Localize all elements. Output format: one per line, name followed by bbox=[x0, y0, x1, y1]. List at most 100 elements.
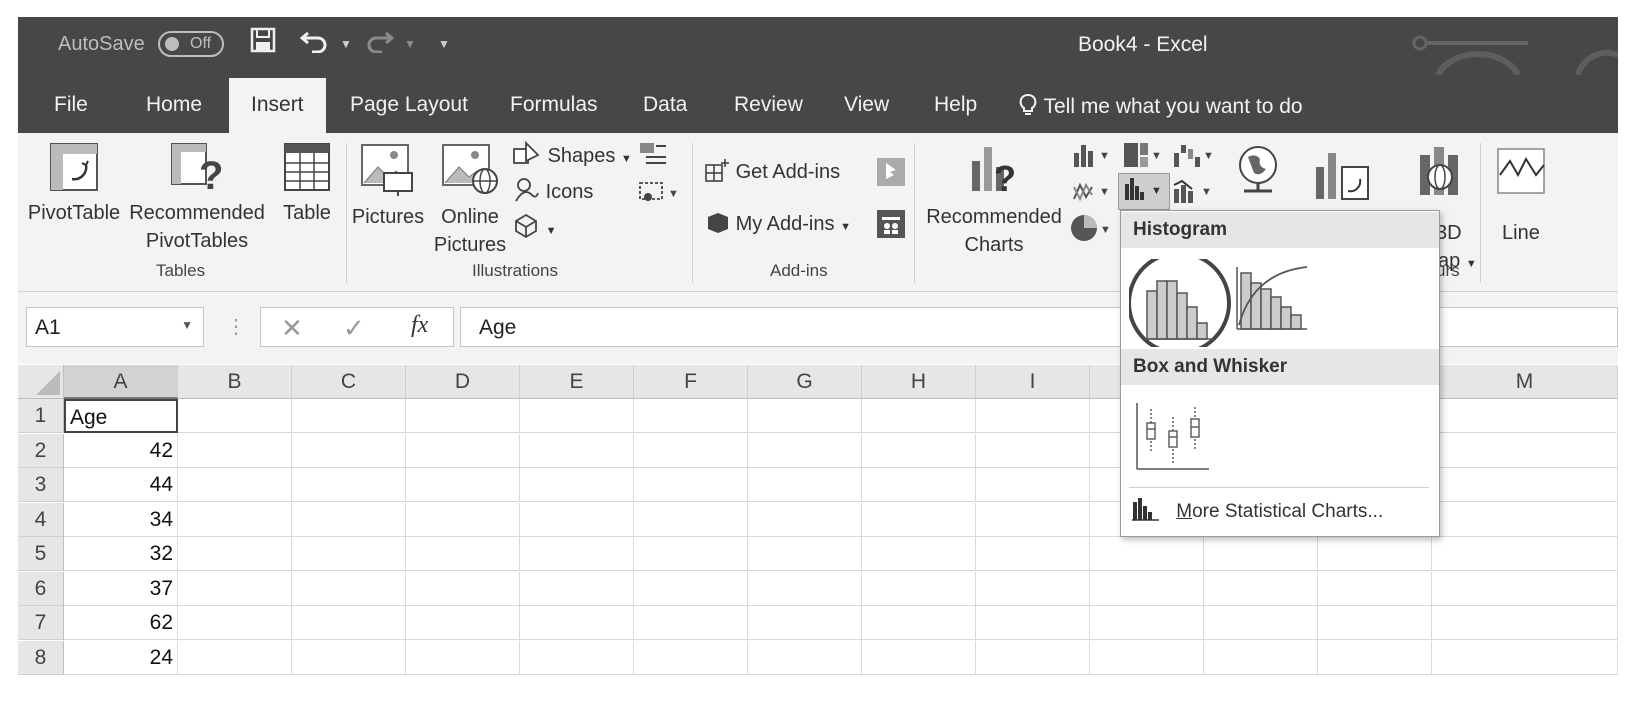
cell[interactable] bbox=[862, 468, 976, 502]
cell[interactable]: 62 bbox=[64, 606, 178, 640]
cell[interactable] bbox=[976, 502, 1090, 537]
get-addins-button[interactable]: Get Add-ins bbox=[704, 157, 840, 184]
name-box-dropdown-icon[interactable]: ▼ bbox=[181, 318, 193, 332]
cell[interactable] bbox=[292, 468, 406, 502]
cell[interactable] bbox=[976, 537, 1090, 571]
row-header[interactable]: 4 bbox=[18, 502, 64, 537]
combo-chart-icon[interactable]: ▼ bbox=[1172, 177, 1214, 210]
column-header[interactable]: E bbox=[520, 365, 634, 399]
cell[interactable]: 37 bbox=[64, 571, 178, 606]
cell[interactable] bbox=[862, 537, 976, 571]
cell[interactable] bbox=[862, 571, 976, 606]
cell[interactable] bbox=[292, 640, 406, 675]
redo-dropdown-icon[interactable]: ▼ bbox=[404, 37, 416, 51]
cell[interactable] bbox=[1432, 537, 1618, 571]
bing-icon[interactable] bbox=[876, 157, 906, 192]
column-header[interactable]: C bbox=[292, 365, 406, 399]
save-icon[interactable] bbox=[250, 27, 276, 60]
column-header[interactable]: B bbox=[178, 365, 292, 399]
more-statistical-charts-link[interactable]: More Statistical Charts... bbox=[1131, 496, 1383, 523]
cell[interactable] bbox=[406, 571, 520, 606]
cell[interactable] bbox=[634, 571, 748, 606]
column-header[interactable]: G bbox=[748, 365, 862, 399]
cell[interactable] bbox=[520, 468, 634, 502]
pictures-button[interactable]: Pictures bbox=[350, 141, 426, 231]
cell[interactable] bbox=[1432, 502, 1618, 537]
redo-icon[interactable] bbox=[364, 27, 395, 60]
hierarchy-chart-icon[interactable]: ▼ bbox=[1122, 141, 1164, 174]
cell[interactable]: 34 bbox=[64, 502, 178, 537]
cell[interactable] bbox=[406, 640, 520, 675]
cell[interactable] bbox=[1090, 640, 1204, 675]
people-graph-icon[interactable] bbox=[876, 209, 906, 244]
smartart-icon[interactable] bbox=[638, 141, 668, 172]
cell[interactable] bbox=[1090, 571, 1204, 606]
cell[interactable] bbox=[634, 537, 748, 571]
cell[interactable] bbox=[520, 502, 634, 537]
cell[interactable] bbox=[1318, 537, 1432, 571]
cell[interactable]: 24 bbox=[64, 640, 178, 675]
cell[interactable] bbox=[1432, 606, 1618, 640]
cell[interactable] bbox=[634, 502, 748, 537]
cell[interactable] bbox=[1318, 571, 1432, 606]
cell[interactable] bbox=[1318, 606, 1432, 640]
tell-me-search[interactable]: Tell me what you want to do bbox=[1018, 93, 1303, 119]
cell[interactable] bbox=[292, 571, 406, 606]
active-cell[interactable]: Age bbox=[64, 399, 178, 433]
cell[interactable] bbox=[406, 502, 520, 537]
tab-formulas[interactable]: Formulas bbox=[510, 93, 598, 117]
tab-review[interactable]: Review bbox=[734, 93, 803, 117]
pivotchart-icon[interactable] bbox=[1314, 147, 1372, 208]
cell[interactable] bbox=[862, 433, 976, 468]
cell[interactable] bbox=[178, 640, 292, 675]
tab-home[interactable]: Home bbox=[146, 93, 202, 117]
undo-dropdown-icon[interactable]: ▼ bbox=[340, 37, 352, 51]
column-chart-icon[interactable]: ▼ bbox=[1072, 141, 1114, 174]
box-whisker-chart-option[interactable] bbox=[1133, 401, 1213, 480]
cell[interactable] bbox=[178, 502, 292, 537]
cell[interactable] bbox=[748, 571, 862, 606]
cell[interactable] bbox=[862, 399, 976, 433]
select-all-corner[interactable] bbox=[18, 365, 64, 399]
cancel-icon[interactable]: ✕ bbox=[281, 313, 303, 344]
cell[interactable] bbox=[1432, 399, 1618, 433]
cell[interactable] bbox=[1204, 571, 1318, 606]
cell[interactable] bbox=[1432, 571, 1618, 606]
pivottable-button[interactable]: PivotTable bbox=[22, 141, 126, 227]
cell[interactable] bbox=[862, 502, 976, 537]
cell[interactable] bbox=[748, 537, 862, 571]
column-header[interactable]: M bbox=[1432, 365, 1618, 399]
cell[interactable] bbox=[862, 606, 976, 640]
cell[interactable] bbox=[520, 640, 634, 675]
cell[interactable] bbox=[976, 399, 1090, 433]
cell[interactable] bbox=[976, 433, 1090, 468]
formula-input[interactable]: Age bbox=[460, 307, 1618, 347]
row-header[interactable]: 3 bbox=[18, 468, 64, 502]
tab-insert[interactable]: Insert bbox=[229, 78, 326, 133]
cell[interactable] bbox=[1090, 537, 1204, 571]
table-button[interactable]: Table bbox=[274, 141, 340, 227]
pareto-chart-option[interactable] bbox=[1233, 263, 1313, 338]
cell[interactable] bbox=[976, 571, 1090, 606]
cell[interactable] bbox=[292, 502, 406, 537]
statistic-chart-button[interactable]: ▼ bbox=[1118, 173, 1170, 210]
line-sparkline-icon[interactable] bbox=[1496, 147, 1546, 200]
icons-button[interactable]: Icons bbox=[512, 177, 593, 204]
cell[interactable] bbox=[634, 468, 748, 502]
cell[interactable] bbox=[1432, 433, 1618, 468]
tab-data[interactable]: Data bbox=[643, 93, 687, 117]
cell[interactable] bbox=[178, 606, 292, 640]
cell[interactable] bbox=[406, 468, 520, 502]
cell[interactable] bbox=[292, 606, 406, 640]
cell[interactable] bbox=[748, 468, 862, 502]
cell[interactable] bbox=[178, 537, 292, 571]
histogram-chart-option[interactable] bbox=[1127, 251, 1233, 355]
tab-page-layout[interactable]: Page Layout bbox=[350, 93, 468, 117]
column-header[interactable]: H bbox=[862, 365, 976, 399]
recommended-pivottables-button[interactable]: ? Recommended PivotTables bbox=[124, 141, 270, 255]
column-header[interactable]: F bbox=[634, 365, 748, 399]
cell[interactable] bbox=[748, 502, 862, 537]
cell[interactable] bbox=[976, 640, 1090, 675]
cell[interactable] bbox=[406, 399, 520, 433]
cell[interactable] bbox=[178, 433, 292, 468]
